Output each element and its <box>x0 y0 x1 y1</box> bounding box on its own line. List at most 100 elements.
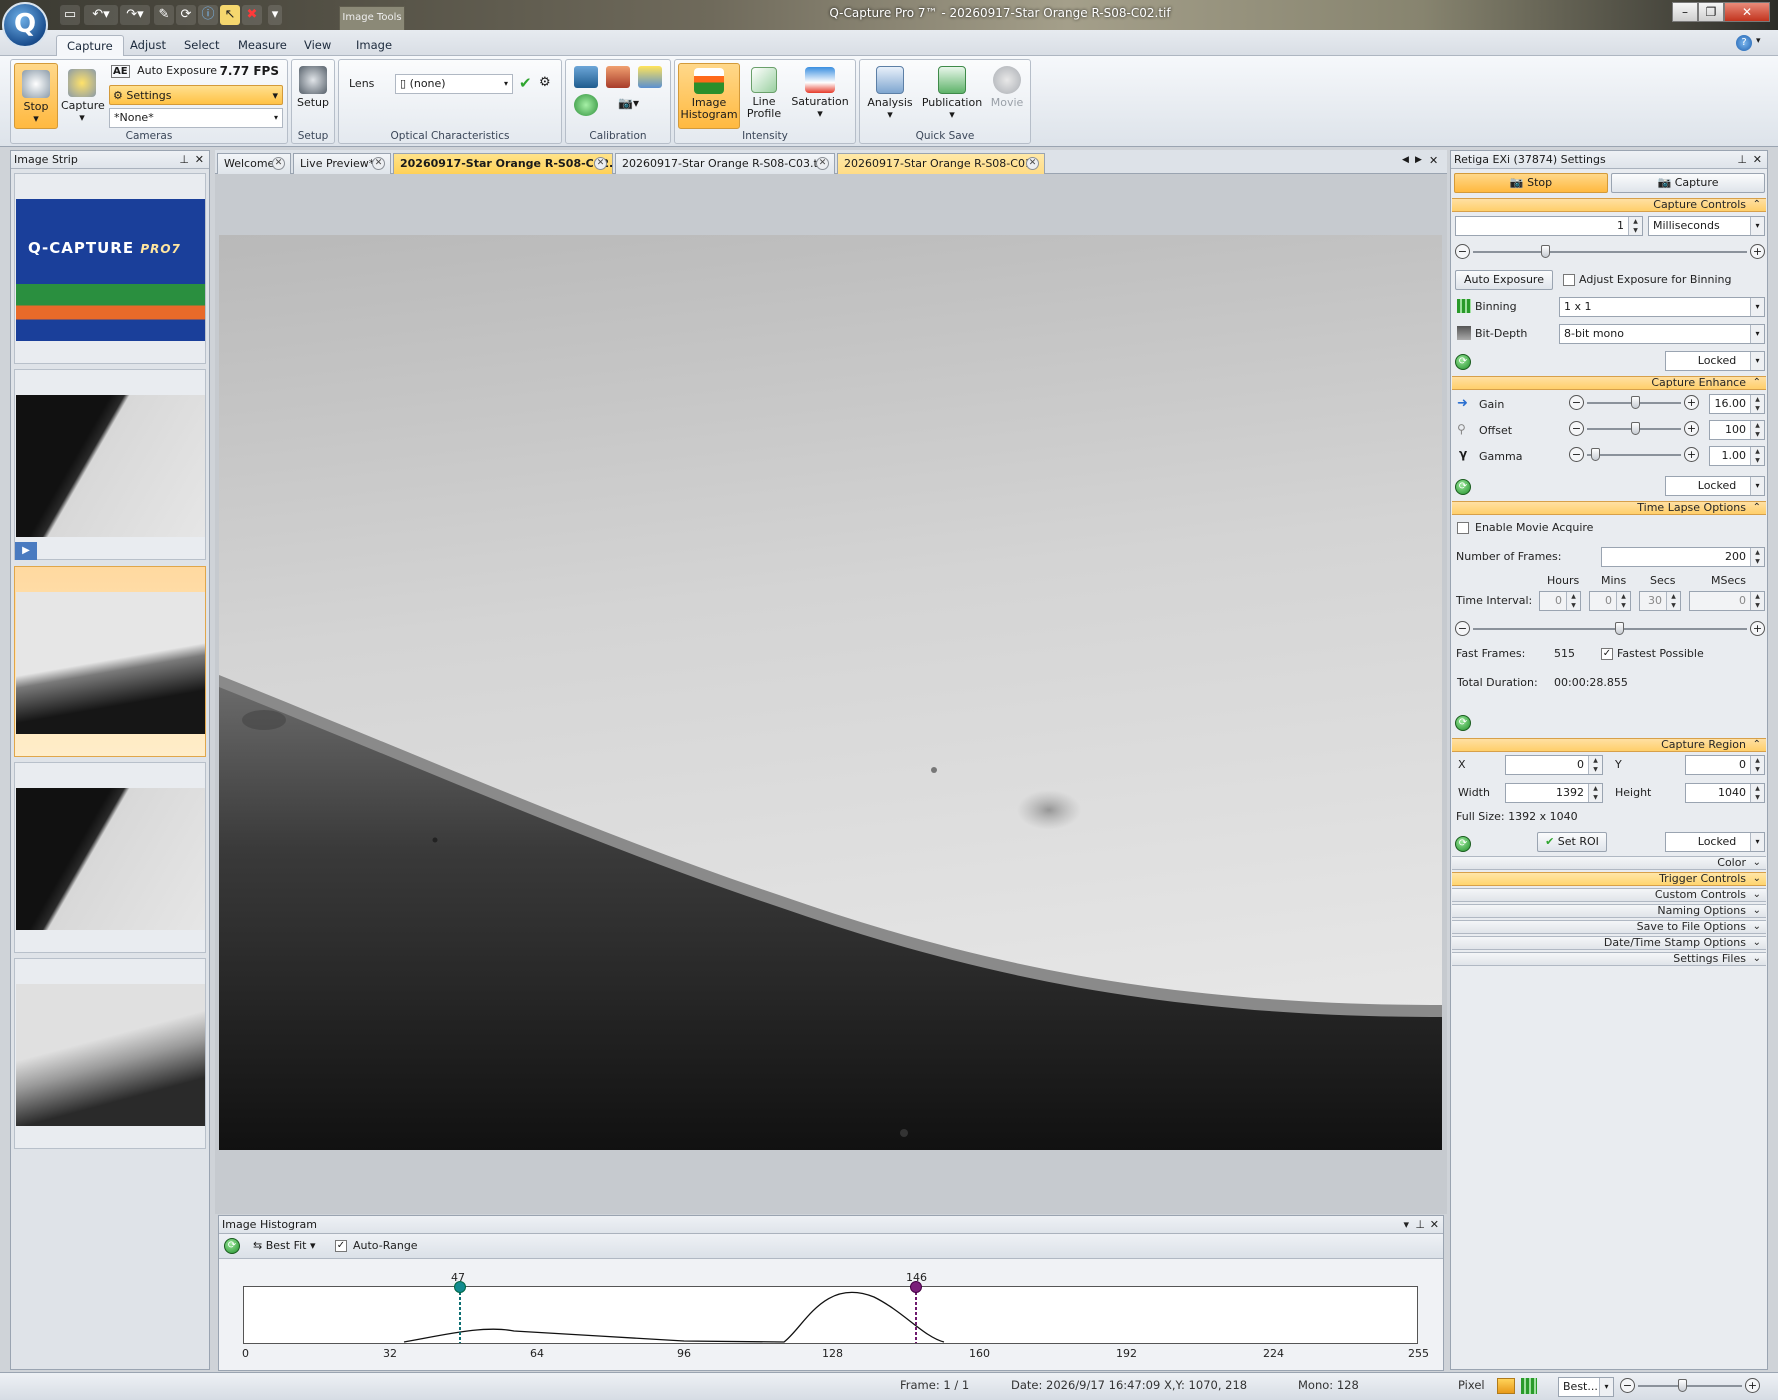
close-pane-icon[interactable]: ✕ <box>195 153 204 166</box>
capture-enhance-locked-select[interactable]: Locked ▾ <box>1665 476 1765 496</box>
section-date-time-stamp[interactable]: Date/Time Stamp Options ⌄ <box>1452 936 1766 950</box>
interval-mins-input[interactable]: 0 ▲ ▼ <box>1589 591 1631 611</box>
undo-icon[interactable]: ↶▾ <box>84 5 118 25</box>
thumbnail-live-preview[interactable]: ▶ <box>14 369 206 560</box>
close-tab-icon[interactable]: ✕ <box>594 157 607 170</box>
close-document-icon[interactable]: ✕ <box>1429 154 1438 167</box>
section-capture-region[interactable]: Capture Region ⌃ <box>1452 738 1766 752</box>
section-time-lapse[interactable]: Time Lapse Options ⌃ <box>1452 501 1766 515</box>
doc-tab-live-preview[interactable]: Live Preview* ✕ <box>293 153 391 174</box>
section-trigger-controls[interactable]: Trigger Controls ⌄ <box>1452 872 1766 886</box>
capture-controls-locked-select[interactable]: Locked ▾ <box>1665 351 1765 371</box>
thumbnail-c01[interactable] <box>14 958 206 1149</box>
gain-input[interactable]: 16.00 ▲ ▼ <box>1709 394 1765 414</box>
redo-icon[interactable]: ↷▾ <box>120 5 150 25</box>
offset-slider[interactable]: − + <box>1569 421 1699 437</box>
fastest-possible-checkbox[interactable]: ✓ <box>1601 648 1613 660</box>
tab-select[interactable]: Select <box>174 35 229 56</box>
calibrate-color-icon[interactable] <box>606 66 630 88</box>
image-view-icon[interactable] <box>1497 1378 1515 1394</box>
lens-dropdown[interactable]: ▯ (none) ▾ <box>395 74 513 94</box>
setup-button[interactable]: Setup <box>294 63 332 109</box>
settings-pin-icon[interactable]: ⊥ <box>1737 153 1747 166</box>
customize-quick-access-icon[interactable]: ▾ <box>268 5 282 25</box>
main-image-view[interactable] <box>219 235 1442 1150</box>
histogram-pin-icon[interactable]: ⊥ <box>1415 1218 1425 1231</box>
gamma-input[interactable]: 1.00 ▲ ▼ <box>1709 446 1765 466</box>
histogram-close-icon[interactable]: ✕ <box>1430 1218 1439 1231</box>
help-icon[interactable]: ? <box>1736 35 1752 51</box>
minimize-button[interactable]: – <box>1672 2 1698 22</box>
section-settings-files[interactable]: Settings Files ⌄ <box>1452 952 1766 966</box>
histogram-min-handle[interactable] <box>454 1281 466 1293</box>
section-color[interactable]: Color ⌄ <box>1452 856 1766 870</box>
close-tab-icon[interactable]: ✕ <box>372 157 385 170</box>
close-tab-icon[interactable]: ✕ <box>816 157 829 170</box>
region-height-input[interactable]: 1040 ▲ ▼ <box>1685 783 1765 803</box>
lens-settings-gear-icon[interactable]: ⚙ <box>539 75 551 90</box>
exposure-unit-select[interactable]: Milliseconds ▾ <box>1648 216 1765 236</box>
gamma-slider[interactable]: − + <box>1569 447 1699 463</box>
exposure-slider[interactable]: − + <box>1455 244 1765 260</box>
calibrate-refresh-icon[interactable] <box>574 94 598 116</box>
scroll-tabs-right-icon[interactable]: ▶ <box>1415 155 1422 165</box>
number-of-frames-input[interactable]: 200 ▲ ▼ <box>1601 547 1765 567</box>
capture-button[interactable]: Capture ▾ <box>61 63 105 124</box>
tab-capture[interactable]: Capture <box>56 35 124 56</box>
calibrate-scale-icon[interactable] <box>638 66 662 88</box>
zoom-select[interactable]: Best... ▾ <box>1558 1377 1614 1397</box>
interval-hours-input[interactable]: 0 ▲ ▼ <box>1539 591 1581 611</box>
thumbnail-splash[interactable]: Q-CAPTURE PRO7 <box>14 173 206 364</box>
histogram-refresh-icon[interactable]: ⟳ <box>224 1238 240 1254</box>
set-roi-button[interactable]: ✔ Set ROI <box>1537 832 1607 852</box>
exposure-input[interactable]: 1 ▲ ▼ <box>1455 216 1643 236</box>
time-lapse-apply-icon[interactable]: ⟳ <box>1455 715 1471 731</box>
adjust-binning-checkbox[interactable] <box>1563 274 1575 286</box>
refresh-icon[interactable]: ⟳ <box>176 5 196 25</box>
time-interval-slider[interactable]: − + <box>1455 621 1765 637</box>
section-save-to-file[interactable]: Save to File Options ⌄ <box>1452 920 1766 934</box>
histogram-menu-icon[interactable]: ▾ <box>1403 1218 1409 1231</box>
offset-input[interactable]: 100 ▲ ▼ <box>1709 420 1765 440</box>
ribbon-options-icon[interactable]: ▾ <box>1756 36 1761 46</box>
close-tab-icon[interactable]: ✕ <box>1026 157 1039 170</box>
tab-image[interactable]: Image <box>346 35 402 56</box>
doc-tab-c03[interactable]: 20260917-Star Orange R-S08-C03.tif ✕ <box>615 153 835 174</box>
apply-lens-check-icon[interactable]: ✔ <box>519 74 532 92</box>
bit-depth-select[interactable]: 8-bit mono ▾ <box>1559 324 1765 344</box>
pointer-icon[interactable]: ↖ <box>220 5 240 25</box>
maximize-button[interactable]: ❐ <box>1698 2 1724 22</box>
pin-icon[interactable]: ⊥ <box>179 153 189 166</box>
section-naming-options[interactable]: Naming Options ⌄ <box>1452 904 1766 918</box>
region-x-input[interactable]: 0 ▲ ▼ <box>1505 755 1603 775</box>
spin-icon[interactable]: ▲ ▼ <box>1628 217 1642 235</box>
best-fit-dropdown[interactable]: ⇆ Best Fit ▾ <box>253 1239 316 1252</box>
movie-button[interactable]: Movie <box>986 63 1028 109</box>
saturation-button[interactable]: Saturation ▾ <box>787 63 853 120</box>
thumbnail-c02[interactable] <box>14 566 206 757</box>
close-window-button[interactable]: ✕ <box>1724 2 1770 22</box>
paint-icon[interactable]: ✎ <box>154 5 174 25</box>
calibrate-icon[interactable] <box>574 66 598 88</box>
settings-close-icon[interactable]: ✕ <box>1753 153 1762 166</box>
histogram-plot[interactable] <box>243 1286 1418 1344</box>
thumbnail-c03[interactable] <box>14 762 206 953</box>
scroll-tabs-left-icon[interactable]: ◀ <box>1402 155 1409 165</box>
auto-exposure-button-settings[interactable]: Auto Exposure <box>1455 270 1553 290</box>
line-profile-button[interactable]: Line Profile <box>743 63 785 120</box>
analysis-button[interactable]: Analysis ▾ <box>864 63 916 121</box>
calibrate-camera-icon[interactable]: 📷▾ <box>618 96 658 116</box>
section-capture-controls[interactable]: Capture Controls ⌃ <box>1452 198 1766 212</box>
tab-adjust[interactable]: Adjust <box>120 35 176 56</box>
camera-preset-dropdown[interactable]: *None* ▾ <box>109 108 283 128</box>
region-y-input[interactable]: 0 ▲ ▼ <box>1685 755 1765 775</box>
new-window-icon[interactable]: ▭ <box>60 5 80 25</box>
section-custom-controls[interactable]: Custom Controls ⌄ <box>1452 888 1766 902</box>
grid-view-icon[interactable] <box>1521 1378 1537 1394</box>
capture-region-apply-icon[interactable]: ⟳ <box>1455 836 1471 852</box>
doc-tab-welcome[interactable]: Welcome ✕ <box>217 153 291 174</box>
settings-button[interactable]: ⚙ Settings ▾ <box>109 85 283 105</box>
publication-button[interactable]: Publication ▾ <box>920 63 984 121</box>
gain-slider[interactable]: − + <box>1569 395 1699 411</box>
settings-capture-button[interactable]: 📷 Capture <box>1611 173 1765 193</box>
